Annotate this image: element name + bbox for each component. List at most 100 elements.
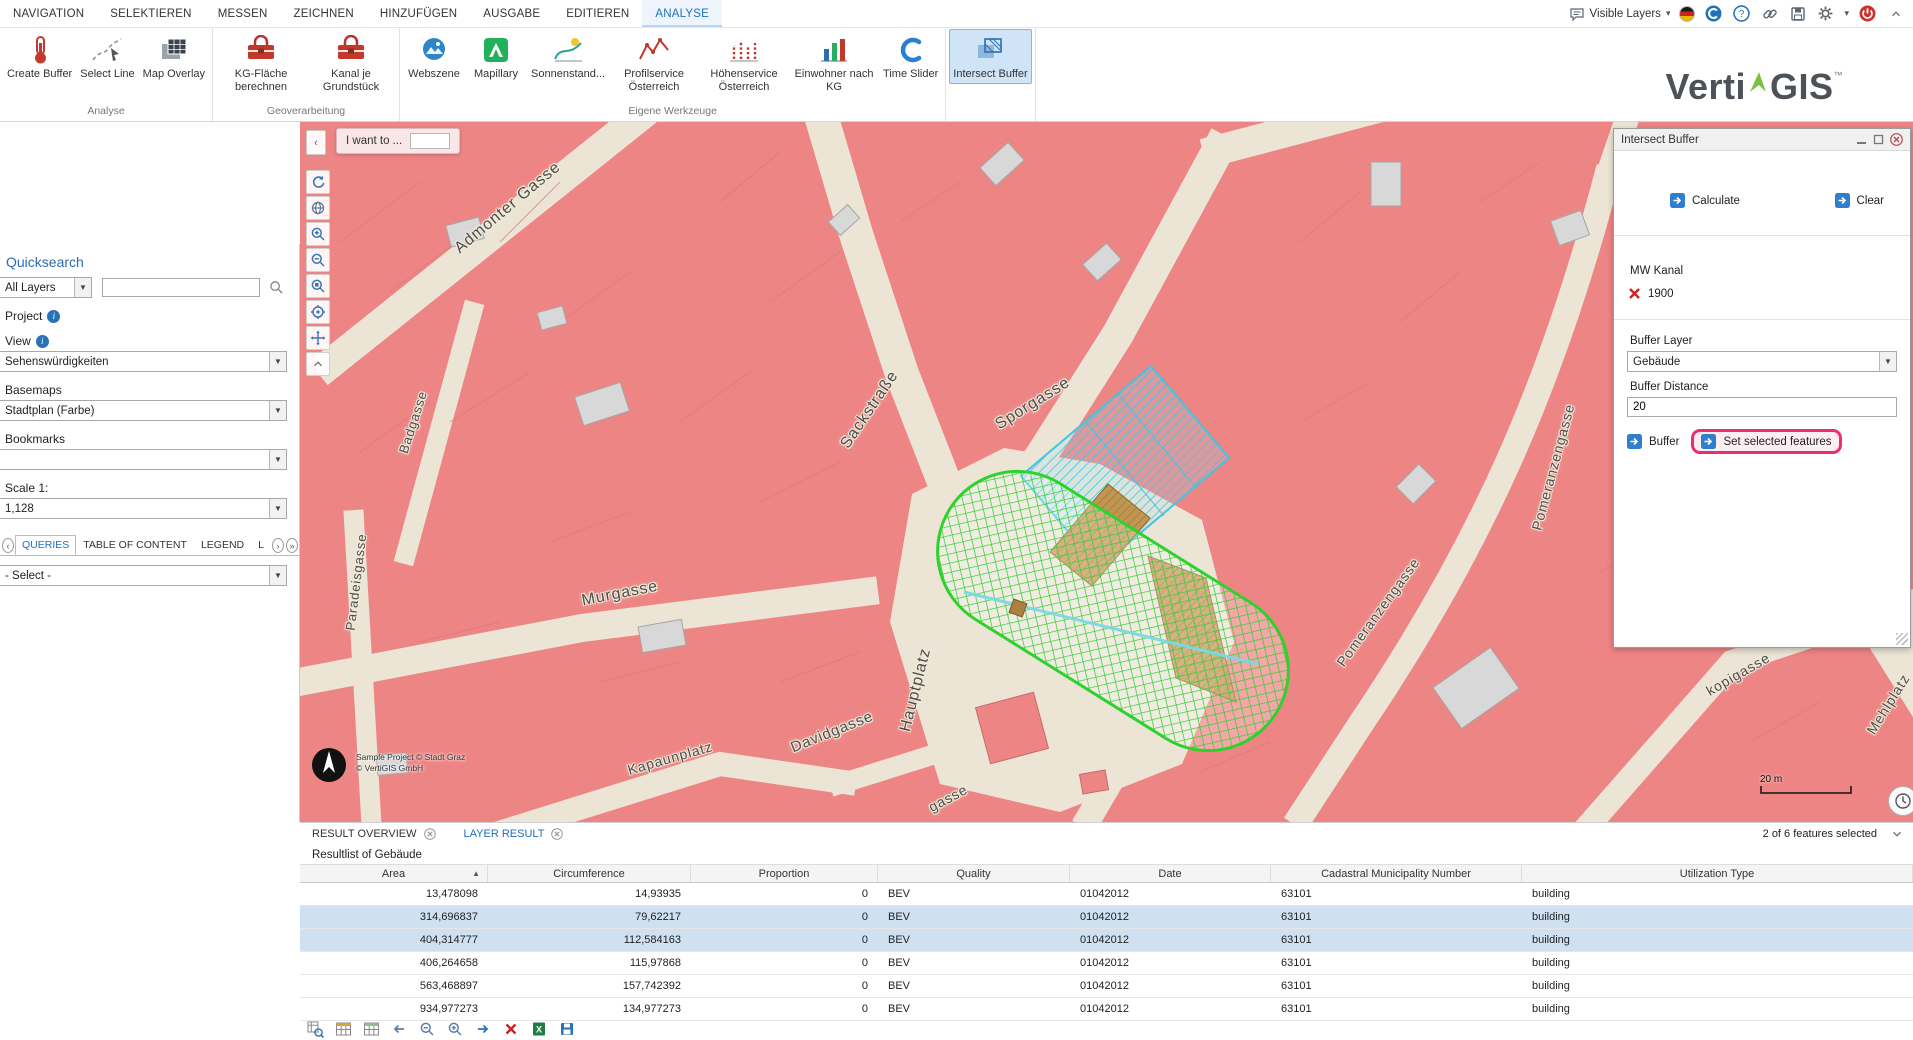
table-row[interactable]: 406,264658115,978680BEV0104201263101buil… bbox=[300, 952, 1913, 975]
previous-record-icon[interactable] bbox=[389, 1020, 409, 1039]
table-row[interactable]: 934,977273134,9772730BEV0104201263101bui… bbox=[300, 998, 1913, 1021]
column-header-utilization[interactable]: Utilization Type bbox=[1522, 865, 1913, 882]
select-line-button[interactable]: Select Line bbox=[76, 29, 138, 84]
locate-icon[interactable] bbox=[306, 300, 330, 324]
help-icon[interactable]: ? bbox=[1732, 4, 1751, 23]
collapse-results-icon[interactable] bbox=[1890, 827, 1904, 841]
tabs-scroll-left-icon[interactable]: ‹ bbox=[2, 538, 14, 553]
kg-flaeche-button[interactable]: KG-Fläche berechnen bbox=[216, 29, 306, 97]
table-row[interactable]: 13,47809814,939350BEV0104201263101buildi… bbox=[300, 883, 1913, 906]
panel-titlebar[interactable]: Intersect Buffer bbox=[1614, 129, 1910, 151]
geocortex-logo-icon[interactable] bbox=[1704, 4, 1723, 23]
column-header-municipality[interactable]: Cadastral Municipality Number bbox=[1271, 865, 1522, 882]
column-header-area[interactable]: Area▲ bbox=[300, 865, 488, 882]
search-icon[interactable] bbox=[269, 280, 284, 295]
close-icon[interactable] bbox=[551, 828, 563, 840]
menu-tab-navigation[interactable]: NAVIGATION bbox=[0, 0, 97, 27]
zoom-in-icon[interactable] bbox=[306, 222, 330, 246]
source-feature-row[interactable]: 1900 bbox=[1628, 287, 1674, 300]
mapillary-button[interactable]: Mapillary bbox=[465, 29, 527, 84]
info-icon[interactable]: i bbox=[36, 335, 49, 348]
view-select[interactable]: Sehenswürdigkeiten ▼ bbox=[0, 351, 287, 372]
menu-tab-analyse[interactable]: ANALYSE bbox=[642, 0, 722, 27]
maximize-icon[interactable] bbox=[1873, 134, 1884, 145]
panel-resize-grip[interactable] bbox=[1896, 633, 1908, 645]
remove-result-icon[interactable] bbox=[501, 1020, 521, 1039]
tab-truncated[interactable]: L bbox=[251, 535, 271, 555]
time-slider-button[interactable]: Time Slider bbox=[879, 29, 942, 84]
collapse-ribbon-icon[interactable] bbox=[1886, 4, 1905, 23]
buffer-button[interactable]: Buffer bbox=[1627, 434, 1679, 449]
sonnenstand-button[interactable]: Sonnenstand... bbox=[527, 29, 609, 84]
zoom-out-results-icon[interactable] bbox=[417, 1020, 437, 1039]
close-icon[interactable] bbox=[424, 828, 436, 840]
save-result-icon[interactable] bbox=[557, 1020, 577, 1039]
buffer-layer-select[interactable]: Gebäude ▼ bbox=[1627, 351, 1897, 372]
hoehenservice-button[interactable]: Höhenservice Österreich bbox=[699, 29, 789, 97]
menu-tab-zeichnen[interactable]: ZEICHNEN bbox=[280, 0, 366, 27]
intersect-buffer-button[interactable]: Intersect Buffer bbox=[949, 29, 1031, 84]
zoom-to-result-icon[interactable] bbox=[305, 1020, 325, 1039]
tab-queries[interactable]: QUERIES bbox=[15, 535, 76, 555]
close-icon[interactable] bbox=[1890, 133, 1903, 146]
tabs-more-icon[interactable]: » bbox=[286, 538, 298, 553]
column-header-date[interactable]: Date bbox=[1070, 865, 1271, 882]
map-overlay-button[interactable]: Map Overlay bbox=[139, 29, 209, 84]
table-row[interactable]: 314,69683779,622170BEV0104201263101build… bbox=[300, 906, 1913, 929]
link-icon[interactable] bbox=[1760, 4, 1779, 23]
zoom-out-icon[interactable] bbox=[306, 248, 330, 272]
tabs-scroll-right-icon[interactable]: › bbox=[272, 538, 284, 553]
zoom-in-results-icon[interactable] bbox=[445, 1020, 465, 1039]
create-buffer-button[interactable]: Create Buffer bbox=[3, 29, 76, 84]
menu-tab-selektieren[interactable]: SELEKTIEREN bbox=[97, 0, 204, 27]
column-header-quality[interactable]: Quality bbox=[878, 865, 1070, 882]
collapse-sidebar-icon[interactable]: ‹ bbox=[306, 130, 326, 155]
tab-legend[interactable]: LEGEND bbox=[194, 535, 251, 555]
menu-tab-ausgabe[interactable]: AUSGABE bbox=[470, 0, 553, 27]
visible-layers-control[interactable]: Visible Layers ▾ bbox=[1569, 6, 1671, 22]
clear-button[interactable]: Clear bbox=[1835, 193, 1884, 208]
einwohner-button[interactable]: Einwohner nach KG bbox=[789, 29, 879, 97]
settings-gear-icon[interactable] bbox=[1816, 4, 1835, 23]
buffer-distance-input[interactable] bbox=[1627, 397, 1897, 417]
overview-map-icon[interactable] bbox=[306, 196, 330, 220]
basemap-select[interactable]: Stadtplan (Farbe) ▼ bbox=[0, 400, 287, 421]
compass-icon[interactable] bbox=[310, 746, 348, 784]
column-header-circumference[interactable]: Circumference bbox=[488, 865, 691, 882]
i-want-to-input[interactable] bbox=[410, 133, 450, 149]
quicksearch-link[interactable]: Quicksearch bbox=[6, 254, 299, 270]
reset-north-icon[interactable] bbox=[306, 170, 330, 194]
menu-tab-hinzufuegen[interactable]: HINZUFÜGEN bbox=[367, 0, 470, 27]
query-select[interactable]: - Select - ▼ bbox=[0, 565, 287, 586]
zoom-window-icon[interactable] bbox=[306, 274, 330, 298]
table-row[interactable]: 563,468897157,7423920BEV0104201263101bui… bbox=[300, 975, 1913, 998]
remove-feature-x-icon[interactable] bbox=[1628, 287, 1641, 300]
table-row[interactable]: 404,314777112,5841630BEV0104201263101bui… bbox=[300, 929, 1913, 952]
menu-tab-editieren[interactable]: EDITIEREN bbox=[553, 0, 642, 27]
save-icon[interactable] bbox=[1788, 4, 1807, 23]
export-table-icon[interactable] bbox=[361, 1020, 381, 1039]
german-flag-icon[interactable] bbox=[1679, 6, 1695, 22]
pan-icon[interactable] bbox=[306, 326, 330, 350]
next-record-icon[interactable] bbox=[473, 1020, 493, 1039]
tab-table-of-content[interactable]: TABLE OF CONTENT bbox=[76, 535, 194, 555]
collapse-toolbar-icon[interactable] bbox=[306, 352, 330, 376]
scale-select[interactable]: 1,128 ▼ bbox=[0, 498, 287, 519]
time-clock-icon[interactable] bbox=[1888, 786, 1913, 816]
column-header-proportion[interactable]: Proportion bbox=[691, 865, 878, 882]
kanal-je-grundstueck-button[interactable]: Kanal je Grundstück bbox=[306, 29, 396, 97]
open-table-icon[interactable] bbox=[333, 1020, 353, 1039]
settings-chevron-icon[interactable]: ▾ bbox=[1844, 8, 1849, 19]
menu-tab-messen[interactable]: MESSEN bbox=[205, 0, 281, 27]
layer-scope-select[interactable]: All Layers ▼ bbox=[0, 277, 92, 298]
info-icon[interactable]: i bbox=[47, 310, 60, 323]
minimize-icon[interactable] bbox=[1856, 134, 1867, 145]
tab-layer-result[interactable]: LAYER RESULT bbox=[464, 828, 564, 840]
tab-result-overview[interactable]: RESULT OVERVIEW bbox=[312, 828, 436, 840]
bookmarks-select[interactable]: ▼ bbox=[0, 449, 287, 470]
webszene-button[interactable]: Webszene bbox=[403, 29, 465, 84]
export-excel-icon[interactable]: X bbox=[529, 1020, 549, 1039]
set-selected-features-button[interactable]: Set selected features bbox=[1701, 434, 1831, 449]
calculate-button[interactable]: Calculate bbox=[1670, 193, 1740, 208]
sign-out-icon[interactable] bbox=[1858, 4, 1877, 23]
